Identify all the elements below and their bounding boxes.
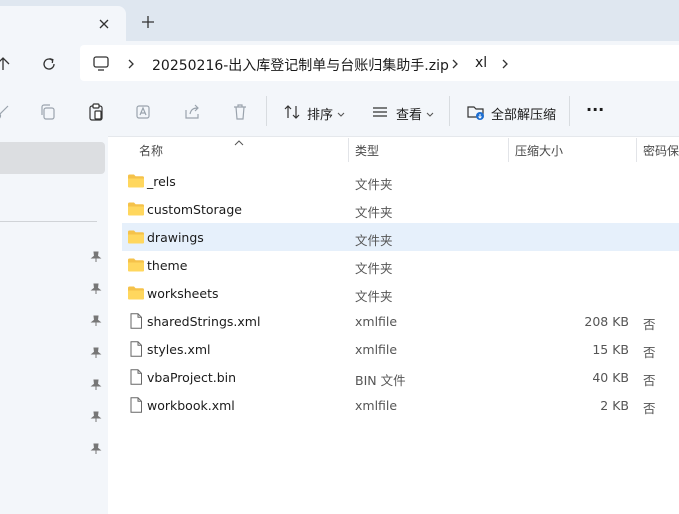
pin-icon[interactable]: [90, 248, 102, 262]
file-name: _rels: [147, 174, 176, 189]
file-type: 文件夹: [355, 205, 393, 220]
file-row[interactable]: workbook.xml xmlfile 2 KB 否: [122, 391, 679, 419]
file-icon: [127, 397, 145, 413]
file-name: drawings: [147, 230, 204, 245]
chevron-right-icon[interactable]: [450, 56, 460, 70]
extract-icon[interactable]: [466, 102, 486, 122]
file-row[interactable]: customStorage 文件夹: [122, 195, 679, 223]
pin-icon[interactable]: [90, 408, 102, 422]
file-size: 40 KB: [592, 370, 629, 385]
view-icon[interactable]: [370, 102, 390, 122]
file-type: 文件夹: [355, 289, 393, 304]
new-tab-icon[interactable]: [140, 14, 156, 30]
breadcrumb-xl[interactable]: xl: [475, 55, 487, 71]
file-type: BIN 文件: [355, 373, 406, 388]
file-name: customStorage: [147, 202, 242, 217]
column-header-password-protected[interactable]: 密码保: [643, 142, 679, 159]
file-size: 15 KB: [592, 342, 629, 357]
file-type: 文件夹: [355, 261, 393, 276]
file-row[interactable]: theme 文件夹: [122, 251, 679, 279]
file-row[interactable]: drawings 文件夹: [122, 223, 679, 251]
pin-icon[interactable]: [90, 376, 102, 390]
active-tab[interactable]: [0, 6, 126, 41]
file-protected: 否: [643, 317, 656, 332]
sort-ascending-icon: [234, 132, 244, 146]
navigation-bar: 20250216-出入库登记制单与台账归集助手.zip xl: [0, 41, 679, 86]
file-icon: [127, 369, 145, 385]
sidebar-item-selected[interactable]: [0, 142, 105, 174]
more-options-button[interactable]: ···: [586, 100, 604, 119]
paste-icon[interactable]: [86, 102, 106, 122]
file-row[interactable]: styles.xml xmlfile 15 KB 否: [122, 335, 679, 363]
tab-strip: [0, 0, 679, 41]
file-name: workbook.xml: [147, 398, 235, 413]
refresh-icon[interactable]: [40, 55, 58, 73]
divider: [0, 221, 97, 222]
file-name: vbaProject.bin: [147, 370, 237, 385]
sort-icon[interactable]: [282, 102, 302, 122]
pin-icon[interactable]: [90, 440, 102, 454]
column-header-compressed-size[interactable]: 压缩大小: [515, 142, 563, 159]
navigation-pane: [0, 136, 108, 514]
file-protected: 否: [643, 345, 656, 360]
share-icon[interactable]: [182, 102, 202, 122]
file-protected: 否: [643, 373, 656, 388]
file-icon: [127, 341, 145, 357]
file-name: sharedStrings.xml: [147, 314, 261, 329]
pin-icon[interactable]: [90, 312, 102, 326]
file-type: 文件夹: [355, 177, 393, 192]
divider: [266, 96, 267, 126]
monitor-icon: [92, 54, 110, 72]
rename-icon[interactable]: [134, 102, 154, 122]
divider: [449, 96, 450, 126]
file-type: xmlfile: [355, 342, 398, 357]
cut-icon[interactable]: [0, 102, 12, 122]
column-header-type[interactable]: 类型: [355, 142, 379, 159]
folder-icon: [127, 201, 145, 217]
file-type: 文件夹: [355, 233, 393, 248]
command-bar: 排序 查看 全部解压缩 ···: [0, 86, 679, 137]
chevron-down-icon[interactable]: [336, 105, 346, 125]
divider: [569, 96, 570, 126]
folder-icon: [127, 173, 145, 189]
column-divider[interactable]: [636, 138, 637, 162]
chevron-down-icon[interactable]: [425, 105, 435, 125]
close-tab-icon[interactable]: [96, 16, 112, 32]
breadcrumb-zip[interactable]: 20250216-出入库登记制单与台账归集助手.zip: [152, 55, 449, 75]
up-arrow-icon[interactable]: [0, 55, 12, 73]
delete-icon[interactable]: [230, 102, 250, 122]
file-row[interactable]: vbaProject.bin BIN 文件 40 KB 否: [122, 363, 679, 391]
folder-icon: [127, 285, 145, 301]
file-type: xmlfile: [355, 314, 398, 329]
folder-icon: [127, 257, 145, 273]
file-row[interactable]: worksheets 文件夹: [122, 279, 679, 307]
pin-icon[interactable]: [90, 280, 102, 294]
file-name: styles.xml: [147, 342, 211, 357]
file-name: worksheets: [147, 286, 219, 301]
column-header-name[interactable]: 名称: [139, 142, 163, 159]
file-name: theme: [147, 258, 188, 273]
column-divider[interactable]: [508, 138, 509, 162]
sort-button[interactable]: 排序: [307, 104, 333, 123]
column-divider[interactable]: [348, 138, 349, 162]
file-size: 208 KB: [584, 314, 629, 329]
file-icon: [127, 313, 145, 329]
chevron-right-icon[interactable]: [126, 56, 136, 70]
address-bar[interactable]: 20250216-出入库登记制单与台账归集助手.zip xl: [80, 45, 679, 81]
pin-icon[interactable]: [90, 344, 102, 358]
view-button[interactable]: 查看: [396, 104, 422, 123]
chevron-right-icon[interactable]: [500, 56, 510, 70]
file-row[interactable]: _rels 文件夹: [122, 167, 679, 195]
file-size: 2 KB: [600, 398, 629, 413]
file-type: xmlfile: [355, 398, 398, 413]
copy-icon[interactable]: [38, 102, 58, 122]
folder-icon: [127, 229, 145, 245]
file-row[interactable]: sharedStrings.xml xmlfile 208 KB 否: [122, 307, 679, 335]
extract-all-button[interactable]: 全部解压缩: [491, 104, 556, 123]
file-protected: 否: [643, 401, 656, 416]
